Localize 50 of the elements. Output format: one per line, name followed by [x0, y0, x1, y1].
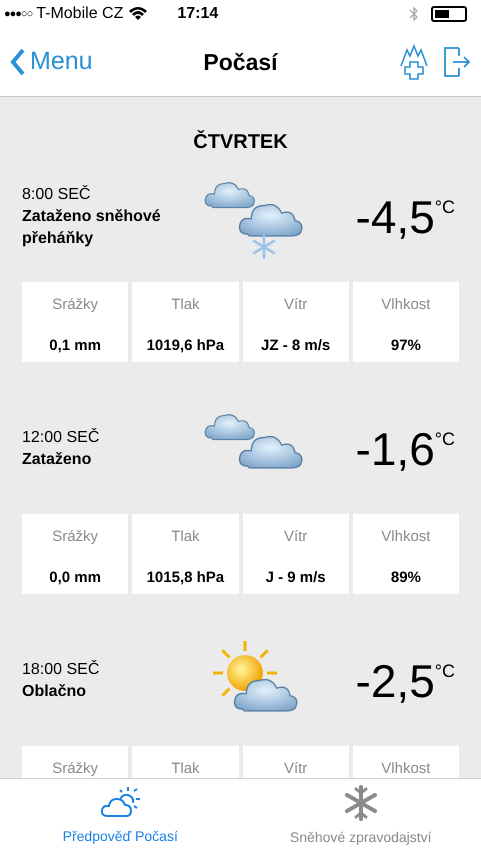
temperature-unit: °C — [434, 660, 455, 683]
mountain-add-button[interactable] — [399, 44, 429, 80]
stat-value: J - 9 m/s — [266, 568, 326, 588]
forecast-time: 12:00 SEČ — [22, 427, 100, 448]
stat-value: 0,1 mm — [49, 336, 101, 356]
stat-value: JZ - 8 m/s — [261, 336, 330, 356]
forecast-time: 8:00 SEČ — [22, 184, 92, 205]
battery-icon — [431, 6, 467, 22]
stat-label: Srážky — [52, 527, 98, 547]
day-heading: ČTVRTEK — [193, 129, 288, 155]
temperature-unit: °C — [434, 196, 455, 219]
mountain-plus-icon — [399, 44, 429, 80]
stat-value: 89% — [390, 568, 421, 588]
temperature-unit: °C — [434, 428, 455, 451]
temperature: -2,5 — [356, 658, 435, 704]
stat-label: Tlak — [171, 527, 200, 547]
tab-bar-item[interactable]: Předpověď Počasí — [0, 779, 240, 853]
forecast-condition: Oblačno — [22, 682, 88, 702]
page-title: Počasí — [203, 48, 278, 77]
stat-label: Vlhkost — [381, 527, 430, 547]
stat-label: Vítr — [284, 527, 308, 547]
forecast-condition: Zataženo — [22, 450, 92, 470]
forecast-time: 18:00 SEČ — [22, 659, 100, 680]
stat-label: Vlhkost — [381, 295, 430, 315]
stat-label: Vlhkost — [381, 759, 430, 778]
signal-strength: ●●●○○ — [4, 6, 32, 22]
chevron-left-icon — [10, 48, 26, 76]
temperature: -1,6 — [356, 426, 435, 472]
logout-icon — [443, 46, 471, 78]
carrier-name: T-Mobile CZ — [36, 4, 124, 24]
temperature: -4,5 — [356, 194, 435, 240]
wifi-icon — [129, 7, 148, 21]
stat-label: Srážky — [52, 759, 98, 778]
cloud-sun-icon — [100, 786, 140, 820]
bluetooth-icon — [409, 6, 419, 22]
tab-bar-item[interactable]: Sněhové zpravodajství — [240, 779, 481, 853]
stat-label: Tlak — [171, 295, 200, 315]
stat-label: Tlak — [171, 759, 200, 778]
forecast-condition: Zataženo sněhové přeháňky — [22, 207, 162, 249]
stat-value: 0,0 mm — [49, 568, 101, 588]
snowflake-icon — [342, 784, 379, 820]
logout-button[interactable] — [443, 46, 471, 78]
back-button[interactable]: Menu — [10, 43, 160, 81]
stat-value: 1015,8 hPa — [146, 568, 224, 588]
stat-label: Vítr — [284, 759, 308, 778]
stat-label: Vítr — [284, 295, 308, 315]
clock: 17:14 — [177, 4, 218, 24]
stat-value: 97% — [390, 336, 421, 356]
stat-value: 1019,6 hPa — [146, 336, 224, 356]
stat-label: Srážky — [52, 295, 98, 315]
